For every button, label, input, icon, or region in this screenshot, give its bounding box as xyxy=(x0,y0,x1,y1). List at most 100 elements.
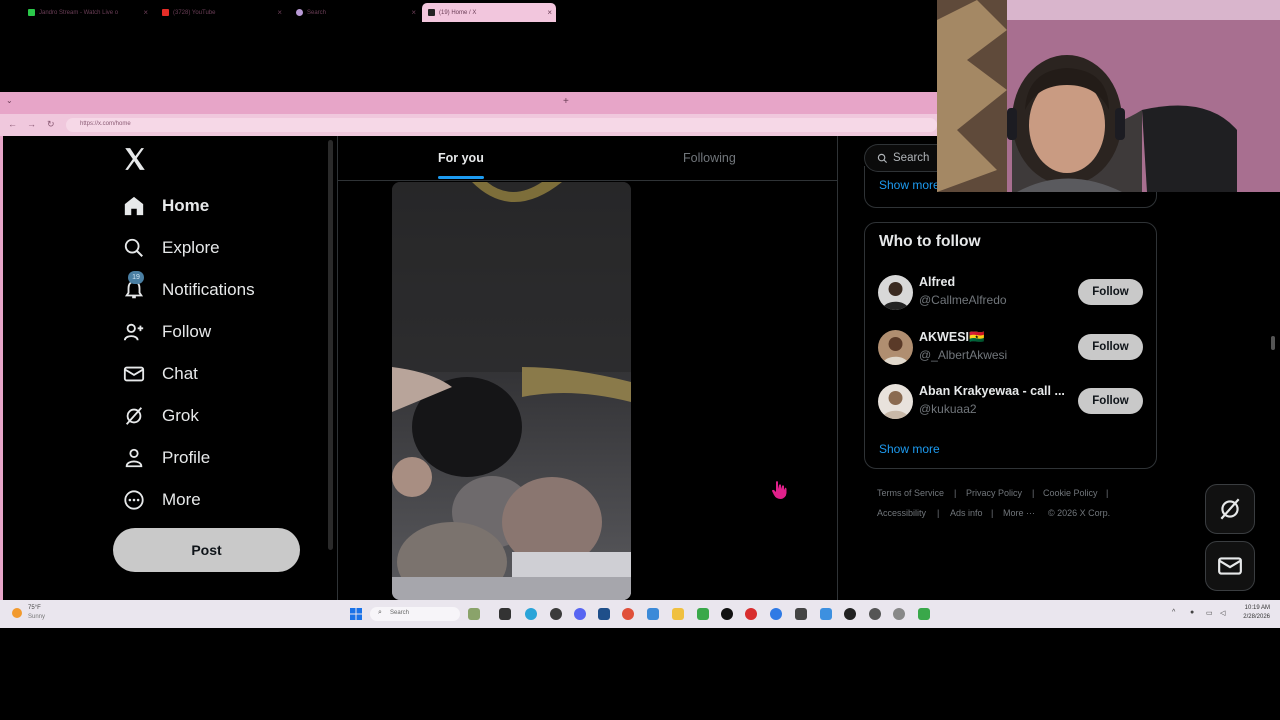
nav-label: Notifications xyxy=(162,280,255,299)
user-handle: @_AlbertAkwesi xyxy=(919,348,1008,362)
reload-icon[interactable]: ↻ xyxy=(47,119,55,130)
tab-title: (3728) YouTube xyxy=(173,9,216,16)
browser-tab-youtube[interactable]: (3728) YouTube × xyxy=(156,3,286,22)
nav-profile[interactable]: Profile xyxy=(122,443,210,473)
forward-arrow-icon[interactable]: → xyxy=(27,119,36,129)
tab-for-you[interactable]: For you xyxy=(438,151,484,165)
footer-link-more[interactable]: More ··· xyxy=(1003,508,1035,518)
follow-button[interactable]: Follow xyxy=(1078,279,1143,305)
suggested-user[interactable]: Alfred @CallmeAlfredo Follow xyxy=(878,273,1146,313)
user-name: Alfred xyxy=(919,275,956,289)
grok-float-button[interactable] xyxy=(1205,484,1255,534)
tab-list-chevron-icon[interactable]: ⌄ xyxy=(6,96,13,105)
avatar[interactable] xyxy=(878,384,913,419)
nav-notifications[interactable]: 19 Notifications xyxy=(122,271,255,305)
grok-icon xyxy=(122,404,146,428)
page-scrollbar-thumb[interactable] xyxy=(1271,336,1275,350)
tab-following[interactable]: Following xyxy=(683,151,736,165)
person-add-icon xyxy=(122,320,146,344)
weather-description: Sunny xyxy=(28,614,46,620)
discord-icon[interactable] xyxy=(574,608,586,620)
footer-separator: | xyxy=(937,508,940,518)
post-video[interactable] xyxy=(392,182,631,600)
search-favicon-icon xyxy=(296,9,303,16)
person-icon xyxy=(122,446,146,470)
who-to-follow-show-more-link[interactable]: Show more xyxy=(879,442,940,456)
close-tab-icon[interactable]: × xyxy=(143,8,148,17)
photos-icon[interactable] xyxy=(647,608,659,620)
sun-icon[interactable] xyxy=(12,608,22,618)
taskbar-app-icon[interactable] xyxy=(468,608,480,620)
obs-icon[interactable] xyxy=(844,608,856,620)
messages-float-button[interactable] xyxy=(1205,541,1255,591)
close-tab-icon[interactable]: × xyxy=(411,8,416,17)
opera-icon[interactable] xyxy=(745,608,757,620)
taskbar-search-input[interactable]: Search xyxy=(370,607,460,621)
store-icon[interactable] xyxy=(598,608,610,620)
follow-button[interactable]: Follow xyxy=(1078,388,1143,414)
footer-link-ads-info[interactable]: Ads info xyxy=(950,508,983,518)
trends-show-more-link[interactable]: Show more xyxy=(879,178,940,192)
close-tab-icon[interactable]: × xyxy=(547,8,552,17)
browser-tab-search[interactable]: Search × xyxy=(290,3,420,22)
nav-chat[interactable]: Chat xyxy=(122,359,198,389)
nav-label: More xyxy=(162,490,201,509)
browser-tab-x-home[interactable]: (19) Home / X × xyxy=(422,3,556,22)
x-logo-icon[interactable] xyxy=(122,146,148,172)
avatar[interactable] xyxy=(878,275,913,310)
nav-label: Grok xyxy=(162,406,199,425)
user-handle: @kukuaa2 xyxy=(919,402,977,416)
chevron-up-icon[interactable]: ^ xyxy=(1172,609,1175,616)
settings-gear-icon[interactable] xyxy=(893,608,905,620)
search-icon xyxy=(122,236,146,260)
xbox-icon[interactable] xyxy=(918,608,930,620)
footer-separator: | xyxy=(1032,488,1035,498)
windows-start-icon[interactable] xyxy=(350,608,362,620)
new-tab-button[interactable]: + xyxy=(563,96,569,107)
close-tab-icon[interactable]: × xyxy=(277,8,282,17)
chrome-icon[interactable] xyxy=(550,608,562,620)
nav-home[interactable]: Home xyxy=(122,191,209,221)
file-explorer-icon[interactable] xyxy=(672,608,684,620)
follow-button[interactable]: Follow xyxy=(1078,334,1143,360)
app-icon[interactable] xyxy=(820,608,832,620)
nav-follow[interactable]: Follow xyxy=(122,317,211,347)
post-button[interactable]: Post xyxy=(113,528,300,572)
url-input[interactable]: https://x.com/home xyxy=(66,118,937,132)
nav-label: Chat xyxy=(162,364,198,383)
volume-icon[interactable]: ◁ xyxy=(1220,609,1225,617)
browser-tab-jandro[interactable]: Jandro Stream - Watch Live o × xyxy=(22,3,152,22)
active-tab-indicator xyxy=(438,176,484,179)
footer-link-privacy[interactable]: Privacy Policy xyxy=(966,488,1022,498)
task-view-icon[interactable] xyxy=(499,608,511,620)
nav-grok[interactable]: Grok xyxy=(122,401,199,431)
browser-tab-bar xyxy=(0,92,937,114)
network-icon[interactable]: ▭ xyxy=(1206,609,1213,617)
back-arrow-icon[interactable]: ← xyxy=(8,119,17,129)
suggested-user[interactable]: Aban Krakyewaa - call ... @kukuaa2 Follo… xyxy=(878,382,1146,422)
microphone-icon[interactable]: ● xyxy=(1190,609,1194,616)
suggested-user[interactable]: AKWESI🇬🇭 @_AlbertAkwesi Follow xyxy=(878,328,1146,368)
nav-explore[interactable]: Explore xyxy=(122,233,220,263)
avatar[interactable] xyxy=(878,330,913,365)
left-scrollbar[interactable] xyxy=(328,140,333,550)
bell-icon: 19 xyxy=(122,271,146,302)
nav-more[interactable]: More xyxy=(122,485,201,515)
messenger-icon[interactable] xyxy=(770,608,782,620)
screen: ⌄ Jandro Stream - Watch Live o × (3728) … xyxy=(0,0,1280,720)
tiktok-icon[interactable] xyxy=(721,608,733,620)
taskbar-date[interactable]: 2/28/2026 xyxy=(1230,614,1270,620)
edge-icon[interactable] xyxy=(525,608,537,620)
footer-link-accessibility[interactable]: Accessibility xyxy=(877,508,926,518)
capcut-icon[interactable] xyxy=(795,608,807,620)
footer-link-cookie[interactable]: Cookie Policy xyxy=(1043,488,1098,498)
footer-link-terms[interactable]: Terms of Service xyxy=(877,488,944,498)
steam-icon[interactable] xyxy=(869,608,881,620)
firefox-icon[interactable] xyxy=(622,608,634,620)
search-placeholder: Search xyxy=(893,152,930,164)
notification-count-badge: 19 xyxy=(128,271,144,284)
spotify-icon[interactable] xyxy=(697,608,709,620)
nav-label: Explore xyxy=(162,238,220,257)
hand-cursor-icon xyxy=(772,481,787,499)
taskbar-time[interactable]: 10:19 AM xyxy=(1230,605,1270,611)
